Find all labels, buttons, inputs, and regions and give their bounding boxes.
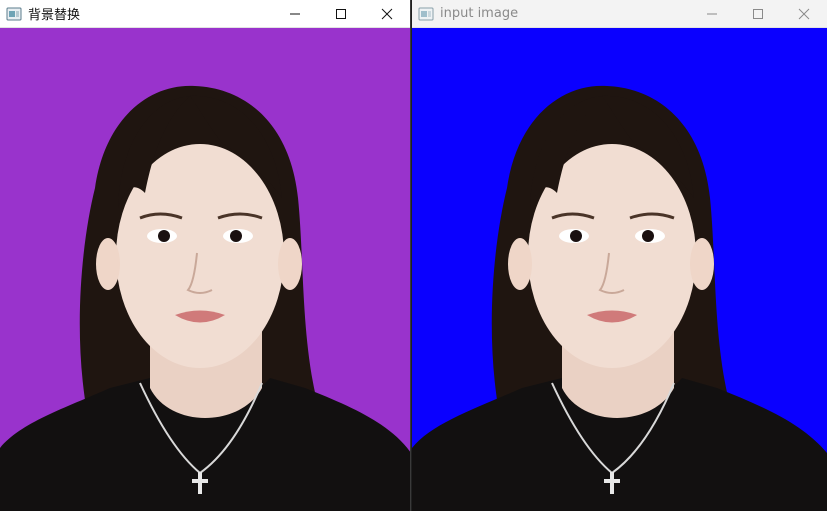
right-ear bbox=[278, 238, 302, 290]
minimize-button[interactable] bbox=[272, 0, 318, 27]
window-title: input image bbox=[440, 6, 519, 21]
window-controls bbox=[272, 0, 410, 27]
window-input-image[interactable]: input image bbox=[412, 0, 827, 511]
left-ear bbox=[508, 238, 532, 290]
window-controls bbox=[689, 0, 827, 27]
close-icon bbox=[798, 8, 810, 19]
close-button[interactable] bbox=[364, 0, 410, 27]
right-iris bbox=[230, 230, 242, 242]
portrait-photo-input bbox=[412, 28, 827, 511]
close-icon bbox=[381, 8, 393, 19]
left-ear bbox=[96, 238, 120, 290]
left-iris bbox=[570, 230, 582, 242]
minimize-icon bbox=[707, 13, 717, 14]
portrait-photo-output bbox=[0, 28, 410, 511]
close-button[interactable] bbox=[781, 0, 827, 27]
window-background-replace[interactable]: 背景替换 bbox=[0, 0, 411, 511]
titlebar[interactable]: 背景替换 bbox=[0, 0, 410, 28]
image-canvas-output bbox=[0, 28, 410, 511]
left-iris bbox=[158, 230, 170, 242]
right-iris bbox=[642, 230, 654, 242]
maximize-button[interactable] bbox=[735, 0, 781, 27]
opencv-window-icon bbox=[418, 6, 434, 22]
desktop: 背景替换 input image bbox=[0, 0, 827, 511]
window-title: 背景替换 bbox=[28, 8, 81, 23]
image-canvas-input bbox=[412, 28, 827, 511]
maximize-icon bbox=[753, 8, 763, 19]
maximize-icon bbox=[336, 8, 346, 19]
opencv-window-icon bbox=[6, 6, 22, 22]
minimize-icon bbox=[290, 13, 300, 14]
maximize-button[interactable] bbox=[318, 0, 364, 27]
right-ear bbox=[690, 238, 714, 290]
minimize-button[interactable] bbox=[689, 0, 735, 27]
titlebar[interactable]: input image bbox=[412, 0, 827, 28]
